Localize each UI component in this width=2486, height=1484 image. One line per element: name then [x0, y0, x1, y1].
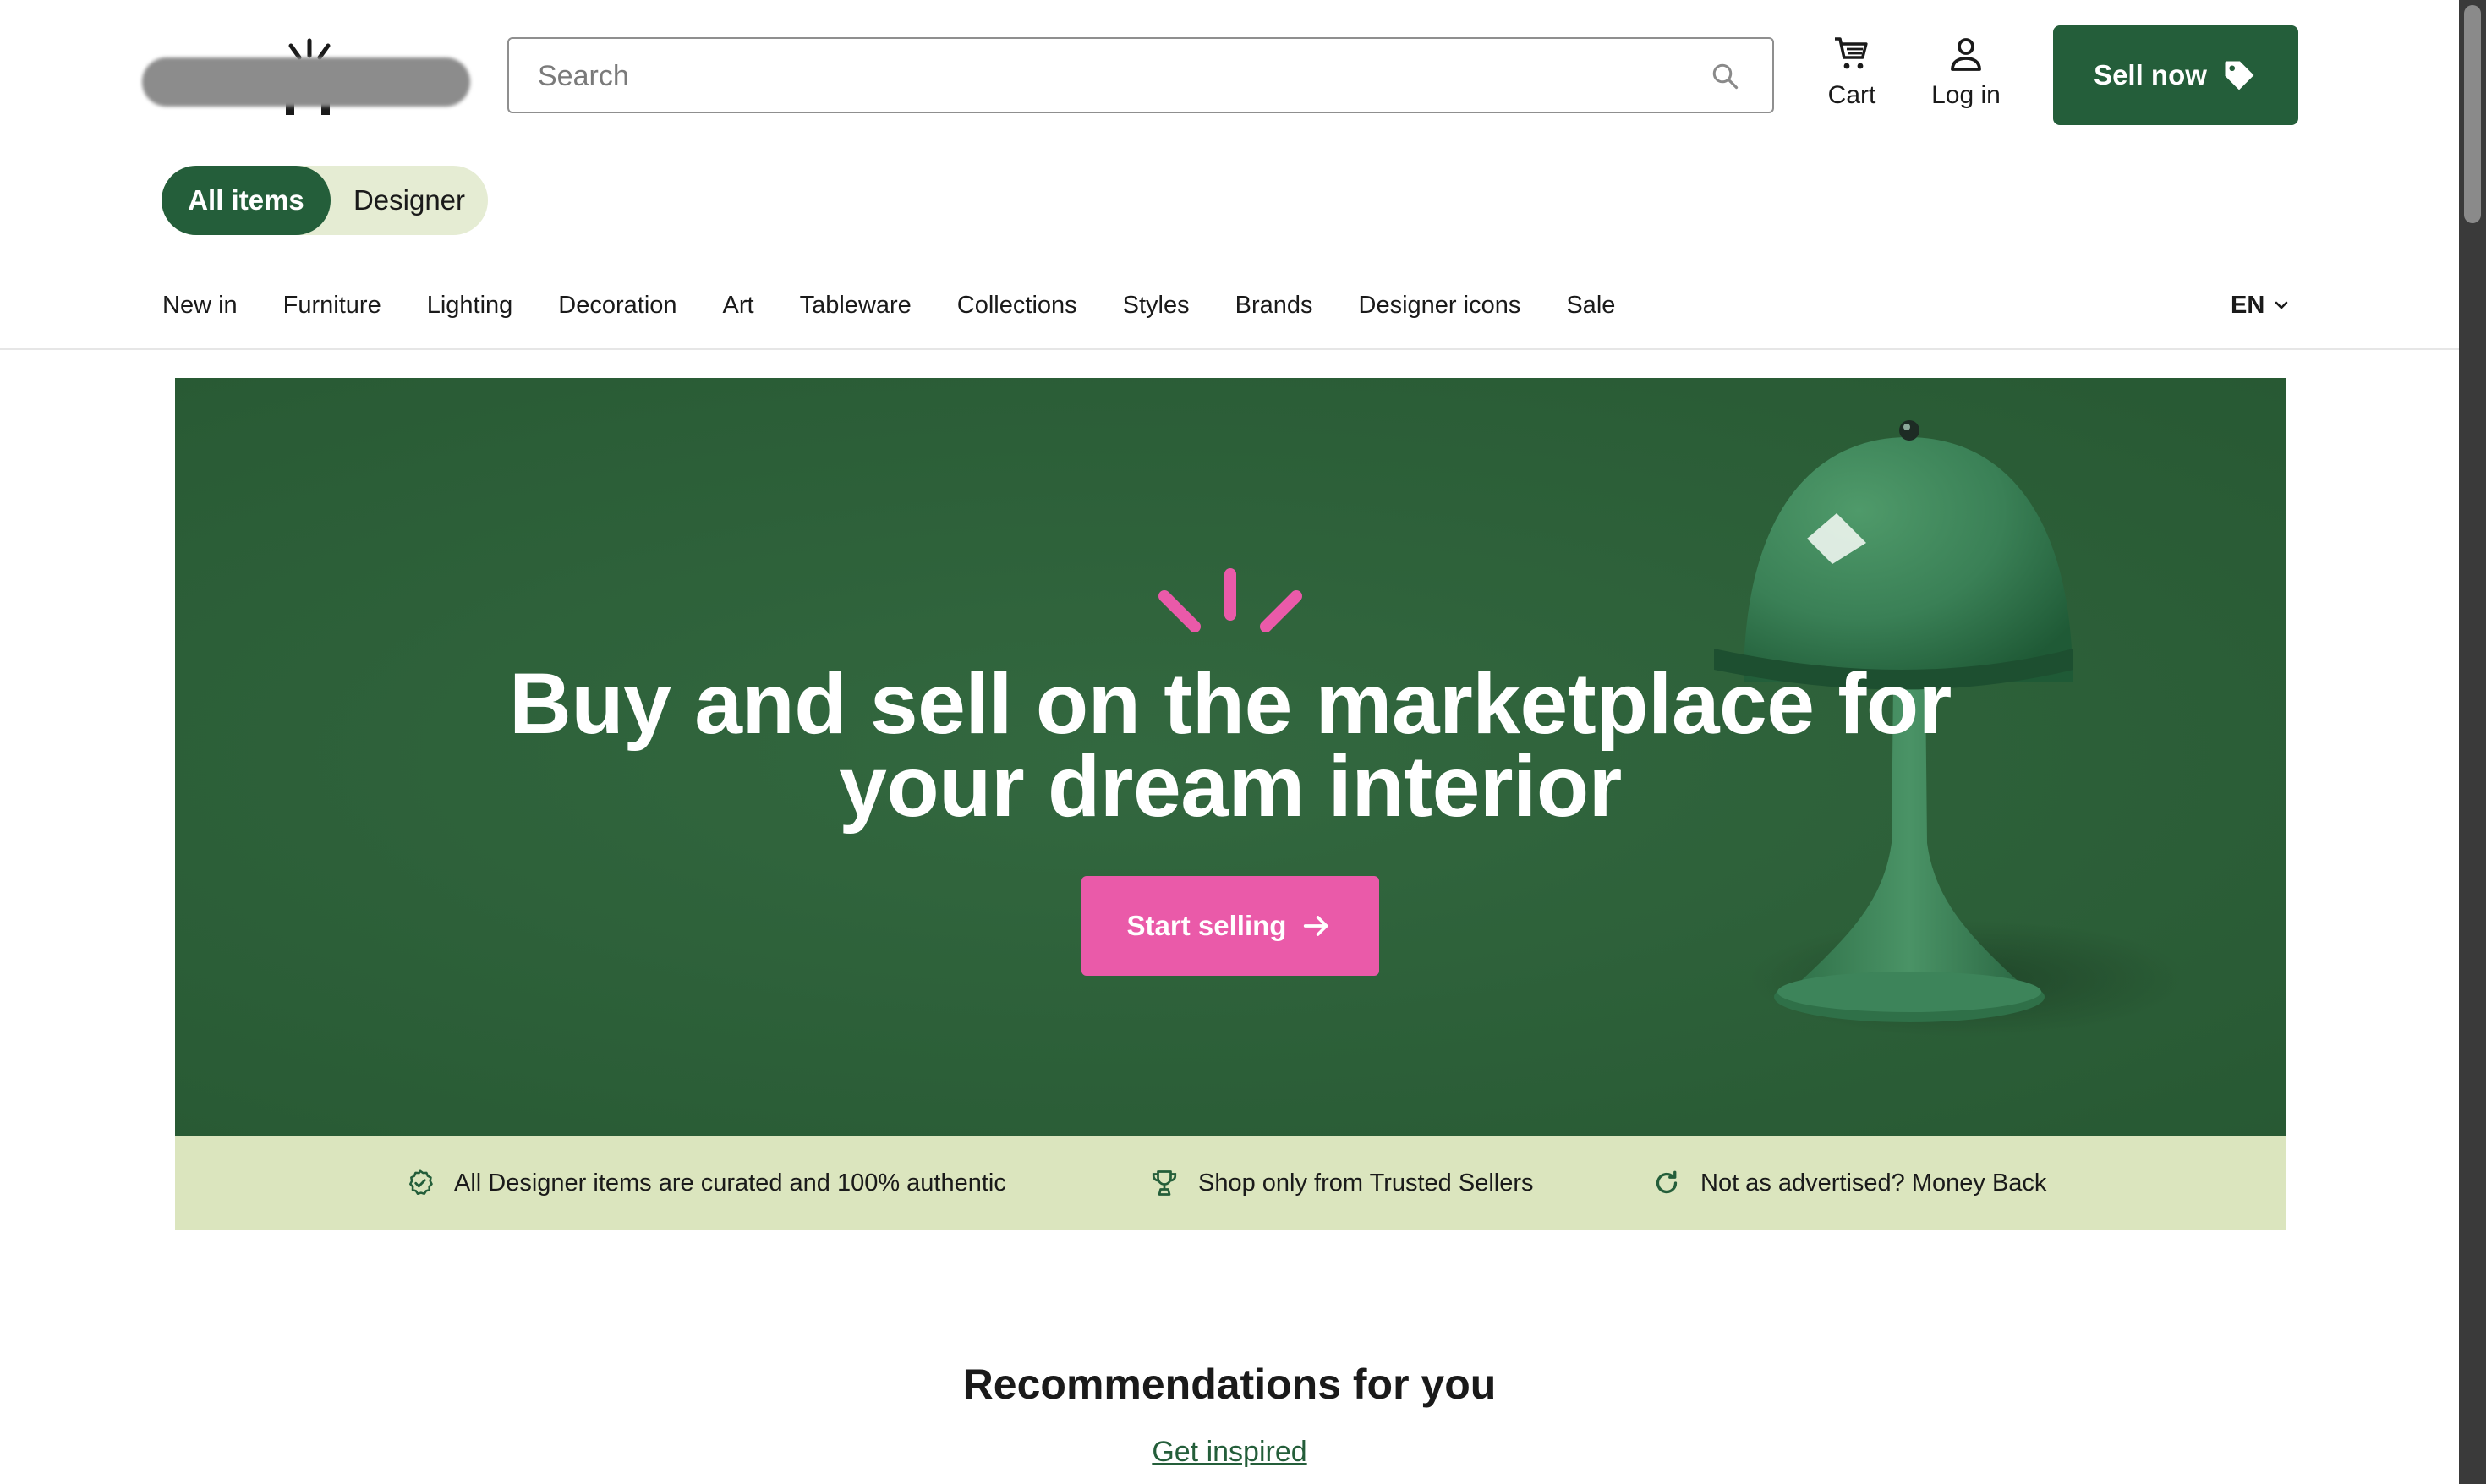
user-icon [1951, 38, 1981, 71]
trust-item-sellers: Shop only from Trusted Sellers [1149, 1136, 1534, 1230]
nav-item-furniture[interactable]: Furniture [283, 292, 381, 320]
language-label: EN [2231, 291, 2265, 319]
cart-label: Cart [1827, 81, 1876, 109]
price-tag-icon [2225, 61, 2254, 90]
start-selling-label: Start selling [1126, 910, 1287, 941]
chevron-down-icon [2275, 301, 2288, 309]
hero-banner: Buy and sell on the marketplace for your… [175, 378, 2286, 1136]
nav-item-collections[interactable]: Collections [957, 292, 1077, 320]
trust-text-money-back: Not as advertised? Money Back [1700, 1169, 2047, 1197]
login-button[interactable]: Log in [1919, 34, 2012, 118]
refresh-icon [1656, 1170, 1678, 1194]
trust-text-sellers: Shop only from Trusted Sellers [1198, 1169, 1534, 1197]
nav-item-decoration[interactable]: Decoration [558, 292, 676, 320]
verified-badge-icon [409, 1169, 433, 1196]
hero-title: Buy and sell on the marketplace for your… [175, 655, 2286, 835]
trust-item-authentic: All Designer items are curated and 100% … [405, 1136, 1006, 1230]
nav-item-lighting[interactable]: Lighting [427, 292, 513, 320]
recommendations-title: Recommendations for you [962, 1361, 1497, 1408]
hero-title-line-1: Buy and sell on the marketplace for [509, 655, 1952, 752]
sell-now-button[interactable]: Sell now [2053, 25, 2298, 125]
start-selling-button[interactable]: Start selling [1081, 876, 1379, 976]
sell-now-label: Sell now [2094, 59, 2207, 90]
trust-item-money-back: Not as advertised? Money Back [1651, 1136, 2046, 1230]
nav-divider [0, 348, 2459, 350]
arrow-right-icon [1304, 916, 1328, 936]
toggle-designer[interactable]: Designer [331, 166, 488, 235]
page-scrollbar[interactable] [2459, 0, 2486, 1484]
search-input[interactable] [536, 39, 1689, 113]
get-inspired-link[interactable]: Get inspired [1152, 1436, 1306, 1468]
search-icon[interactable] [1710, 61, 1740, 91]
scrollbar-thumb[interactable] [2464, 5, 2481, 223]
nav-item-art[interactable]: Art [723, 292, 754, 320]
login-label: Log in [1931, 81, 2001, 109]
language-selector[interactable]: EN [2231, 284, 2292, 326]
nav-item-tableware[interactable]: Tableware [800, 292, 912, 320]
trust-text-authentic: All Designer items are curated and 100% … [454, 1169, 1006, 1197]
cart-icon [1835, 37, 1868, 69]
get-inspired-container: Get inspired [0, 1436, 2459, 1469]
logo-redaction [142, 57, 470, 107]
nav-item-brands[interactable]: Brands [1235, 292, 1313, 320]
catalog-toggle: All items Designer [162, 166, 488, 235]
search-bar[interactable] [507, 37, 1774, 113]
trophy-icon [1152, 1170, 1177, 1196]
nav-item-designer-icons[interactable]: Designer icons [1359, 292, 1521, 320]
trust-bar: All Designer items are curated and 100% … [175, 1136, 2286, 1230]
burst-icon [1158, 568, 1302, 632]
nav-item-styles[interactable]: Styles [1123, 292, 1190, 320]
site-logo[interactable] [142, 34, 470, 115]
cart-button[interactable]: Cart [1818, 34, 1886, 118]
nav-item-sale[interactable]: Sale [1566, 292, 1615, 320]
hero-title-line-2: your dream interior [839, 738, 1622, 835]
nav-item-new-in[interactable]: New in [162, 292, 238, 320]
toggle-all-items[interactable]: All items [162, 166, 331, 235]
main-nav: New in Furniture Lighting Decoration Art… [162, 284, 1661, 326]
